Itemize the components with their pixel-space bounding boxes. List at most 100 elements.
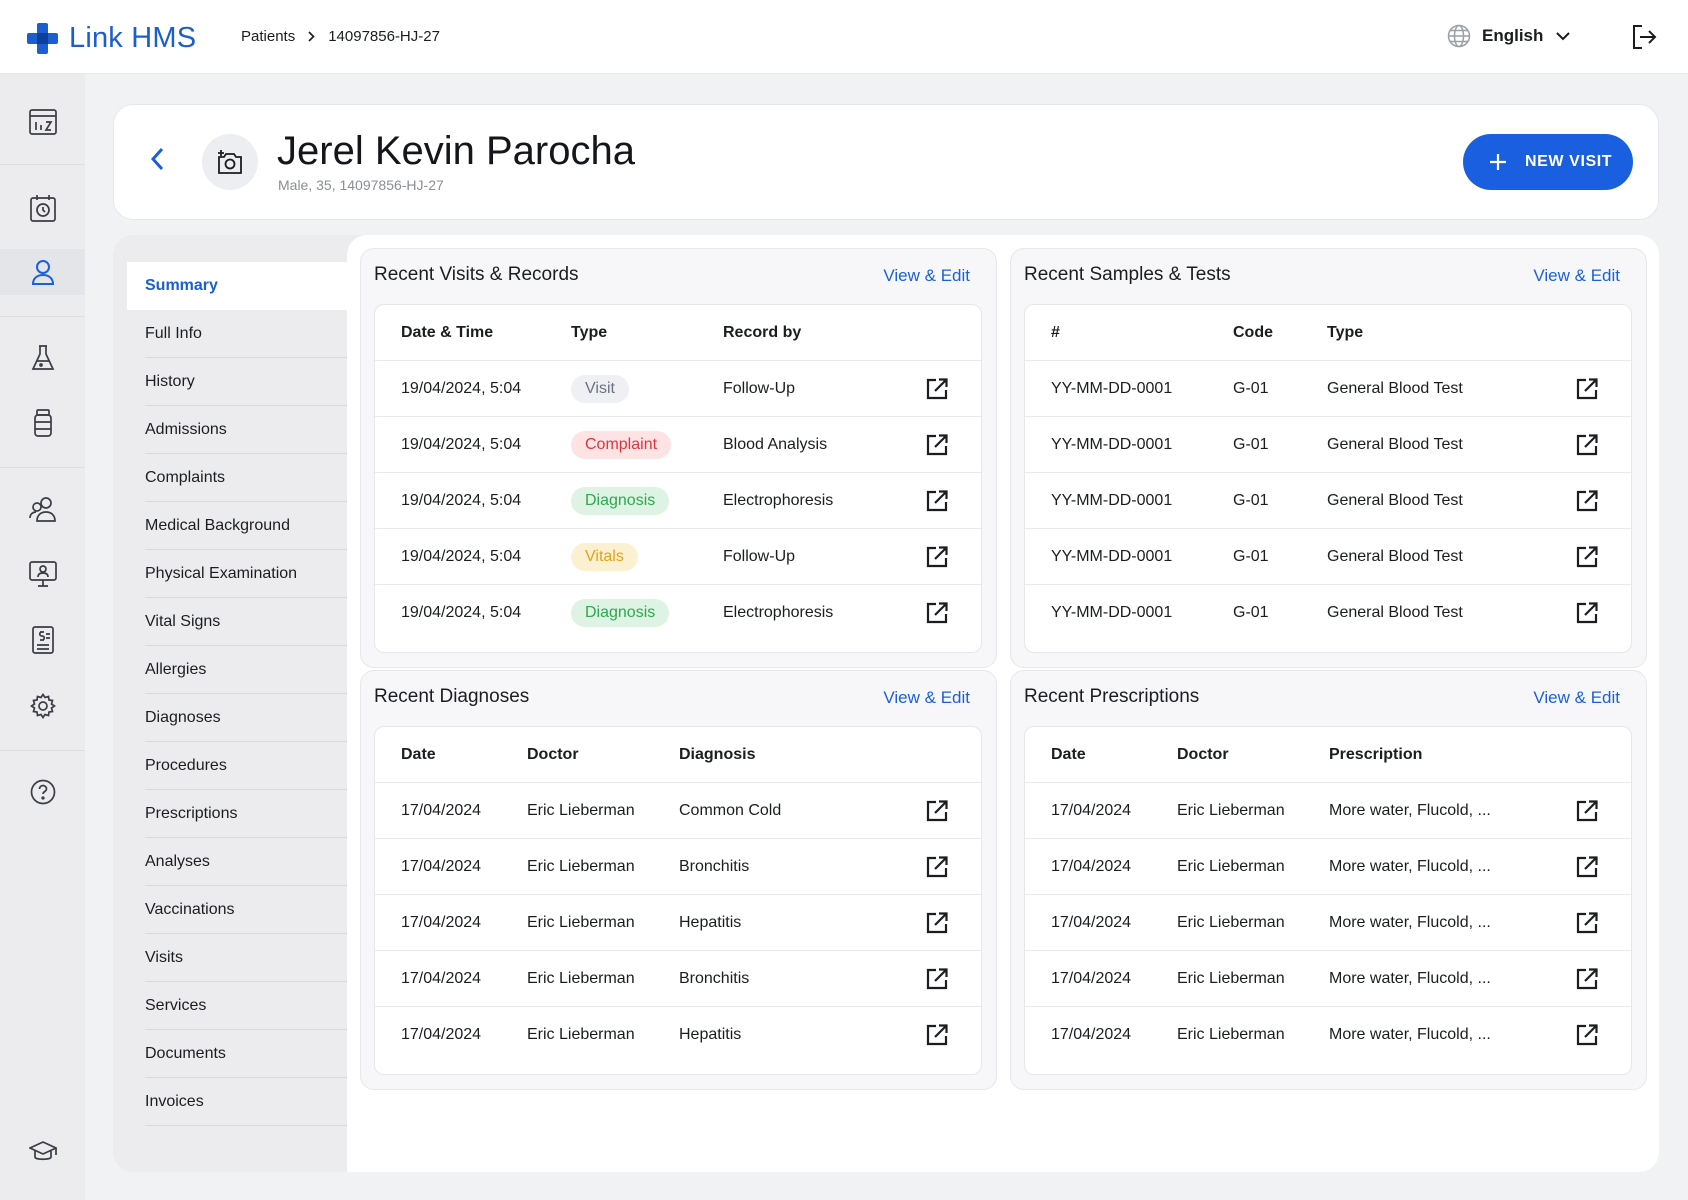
rail-billing[interactable] (0, 617, 85, 663)
view-edit-link[interactable]: View & Edit (1533, 266, 1620, 286)
table-row[interactable]: 17/04/2024 Eric Lieberman More water, Fluc… (1025, 839, 1631, 895)
subnav-item-diagnoses[interactable]: Diagnoses (127, 694, 347, 742)
breadcrumb-patients[interactable]: Patients (241, 28, 295, 45)
rail-dashboard[interactable] (0, 99, 85, 145)
new-visit-button[interactable]: NEW VISIT (1463, 134, 1633, 190)
subnav-item-allergies[interactable]: Allergies (127, 646, 347, 694)
subnav-item-vaccinations[interactable]: Vaccinations (127, 886, 347, 934)
subnav-item-documents[interactable]: Documents (127, 1030, 347, 1078)
open-record-button[interactable] (1576, 856, 1598, 878)
subnav-item-visits[interactable]: Visits (127, 934, 347, 982)
open-record-button[interactable] (1576, 378, 1598, 400)
open-external-icon[interactable] (926, 912, 948, 934)
logout-button[interactable] (1631, 24, 1657, 50)
open-external-icon[interactable] (926, 602, 948, 624)
subnav-item-admissions[interactable]: Admissions (127, 406, 347, 454)
table-row[interactable]: 19/04/2024, 5:04 Diagnosis Electrophoresis (375, 585, 981, 641)
open-record-button[interactable] (1576, 968, 1598, 990)
table-row[interactable]: 17/04/2024 Eric Lieberman More water, Fluc… (1025, 1007, 1631, 1063)
table-row[interactable]: 19/04/2024, 5:04 Diagnosis Electrophoresis (375, 473, 981, 529)
language-selector[interactable]: English (1447, 24, 1571, 48)
view-edit-link[interactable]: View & Edit (883, 266, 970, 286)
open-record-button[interactable] (926, 434, 948, 456)
app-logo[interactable]: Link HMS (27, 22, 196, 55)
open-record-button[interactable] (926, 490, 948, 512)
view-edit-link[interactable]: View & Edit (1533, 688, 1620, 708)
rail-patients[interactable] (0, 249, 85, 295)
open-record-button[interactable] (926, 912, 948, 934)
back-button[interactable] (150, 147, 164, 171)
table-row[interactable]: 17/04/2024 Eric Lieberman Bronchitis (375, 951, 981, 1007)
open-record-button[interactable] (926, 800, 948, 822)
open-external-icon[interactable] (1576, 378, 1598, 400)
open-external-icon[interactable] (926, 800, 948, 822)
table-row[interactable]: 19/04/2024, 5:04 Vitals Follow-Up (375, 529, 981, 585)
subnav-item-physical-examination[interactable]: Physical Examination (127, 550, 347, 598)
open-record-button[interactable] (926, 378, 948, 400)
subnav-item-vital-signs[interactable]: Vital Signs (127, 598, 347, 646)
open-record-button[interactable] (926, 602, 948, 624)
rail-appointments[interactable] (0, 185, 85, 231)
open-record-button[interactable] (926, 968, 948, 990)
rail-training[interactable] (0, 1129, 85, 1175)
open-external-icon[interactable] (926, 490, 948, 512)
table-row[interactable]: 17/04/2024 Eric Lieberman Hepatitis (375, 1007, 981, 1063)
open-external-icon[interactable] (1576, 968, 1598, 990)
open-record-button[interactable] (1576, 1024, 1598, 1046)
open-external-icon[interactable] (1576, 912, 1598, 934)
open-external-icon[interactable] (1576, 434, 1598, 456)
view-edit-link[interactable]: View & Edit (883, 688, 970, 708)
open-record-button[interactable] (1576, 912, 1598, 934)
subnav-item-prescriptions[interactable]: Prescriptions (127, 790, 347, 838)
open-external-icon[interactable] (926, 968, 948, 990)
open-external-icon[interactable] (1576, 1024, 1598, 1046)
table-row[interactable]: 19/04/2024, 5:04 Visit Follow-Up (375, 361, 981, 417)
table-row[interactable]: YY-MM-DD-0001 G-01 General Blood Test (1025, 585, 1631, 641)
open-record-button[interactable] (1576, 800, 1598, 822)
subnav-item-complaints[interactable]: Complaints (127, 454, 347, 502)
rail-settings[interactable] (0, 683, 85, 729)
open-record-button[interactable] (1576, 602, 1598, 624)
table-row[interactable]: 17/04/2024 Eric Lieberman More water, Fluc… (1025, 783, 1631, 839)
table-row[interactable]: 17/04/2024 Eric Lieberman More water, Fluc… (1025, 951, 1631, 1007)
rail-lab[interactable] (0, 335, 85, 381)
subnav-item-procedures[interactable]: Procedures (127, 742, 347, 790)
open-record-button[interactable] (926, 856, 948, 878)
table-row[interactable]: YY-MM-DD-0001 G-01 General Blood Test (1025, 361, 1631, 417)
subnav-item-medical-background[interactable]: Medical Background (127, 502, 347, 550)
open-record-button[interactable] (1576, 490, 1598, 512)
subnav-item-summary[interactable]: Summary (127, 262, 347, 310)
open-record-button[interactable] (1576, 434, 1598, 456)
open-external-icon[interactable] (1576, 800, 1598, 822)
open-external-icon[interactable] (1576, 546, 1598, 568)
subnav-item-full-info[interactable]: Full Info (127, 310, 347, 358)
rail-monitor[interactable] (0, 551, 85, 597)
open-external-icon[interactable] (926, 378, 948, 400)
open-external-icon[interactable] (926, 434, 948, 456)
open-external-icon[interactable] (1576, 602, 1598, 624)
open-record-button[interactable] (926, 546, 948, 568)
subnav-item-analyses[interactable]: Analyses (127, 838, 347, 886)
open-external-icon[interactable] (1576, 856, 1598, 878)
open-external-icon[interactable] (926, 1024, 948, 1046)
table-row[interactable]: 19/04/2024, 5:04 Complaint Blood Analysis (375, 417, 981, 473)
avatar[interactable] (202, 134, 258, 190)
rail-staff[interactable] (0, 486, 85, 532)
table-row[interactable]: 17/04/2024 Eric Lieberman Bronchitis (375, 839, 981, 895)
subnav-item-history[interactable]: History (127, 358, 347, 406)
open-external-icon[interactable] (926, 856, 948, 878)
rail-help[interactable] (0, 769, 85, 815)
subnav-item-invoices[interactable]: Invoices (127, 1078, 347, 1126)
open-external-icon[interactable] (1576, 490, 1598, 512)
subnav-item-services[interactable]: Services (127, 982, 347, 1030)
table-row[interactable]: YY-MM-DD-0001 G-01 General Blood Test (1025, 529, 1631, 585)
rail-pharmacy[interactable] (0, 400, 85, 446)
table-row[interactable]: 17/04/2024 Eric Lieberman More water, Fluc… (1025, 895, 1631, 951)
open-record-button[interactable] (1576, 546, 1598, 568)
open-record-button[interactable] (926, 1024, 948, 1046)
table-row[interactable]: YY-MM-DD-0001 G-01 General Blood Test (1025, 417, 1631, 473)
table-row[interactable]: 17/04/2024 Eric Lieberman Hepatitis (375, 895, 981, 951)
table-row[interactable]: YY-MM-DD-0001 G-01 General Blood Test (1025, 473, 1631, 529)
table-row[interactable]: 17/04/2024 Eric Lieberman Common Cold (375, 783, 981, 839)
open-external-icon[interactable] (926, 546, 948, 568)
